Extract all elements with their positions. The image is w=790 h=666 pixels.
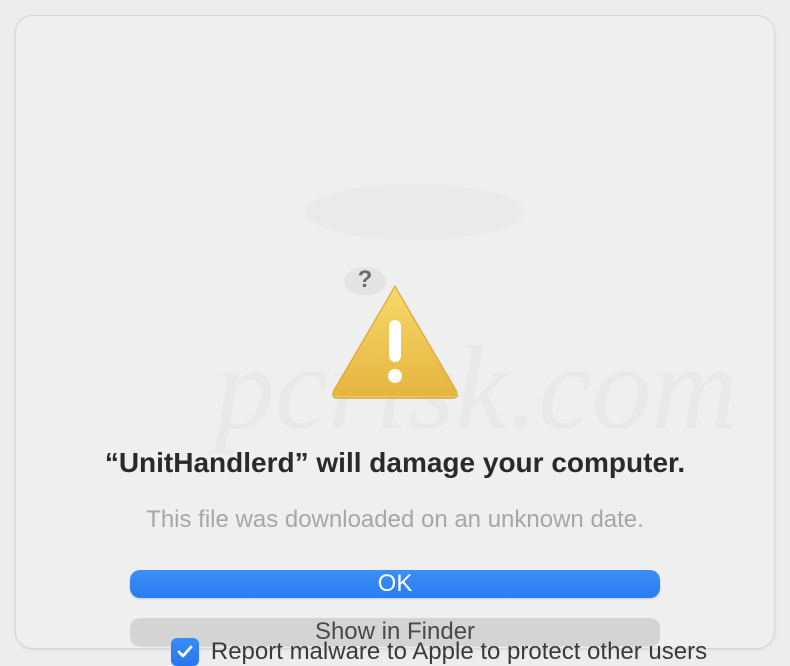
dialog-title: “UnitHandlerd” will damage your computer… (105, 445, 685, 480)
watermark-text: pcrisk.com (215, 319, 738, 457)
alert-dialog: pcrisk.com ? “UnitHandlerd” will damage … (15, 15, 775, 649)
watermark-decoration (577, 412, 612, 447)
report-malware-checkbox[interactable] (171, 638, 199, 666)
dialog-subtitle: This file was downloaded on an unknown d… (146, 506, 644, 534)
warning-icon (326, 278, 464, 411)
report-malware-label[interactable]: Report malware to Apple to protect other… (211, 638, 707, 666)
watermark-decoration (305, 184, 525, 240)
report-malware-row: Report malware to Apple to protect other… (171, 638, 707, 666)
ok-button[interactable]: OK (130, 570, 660, 598)
